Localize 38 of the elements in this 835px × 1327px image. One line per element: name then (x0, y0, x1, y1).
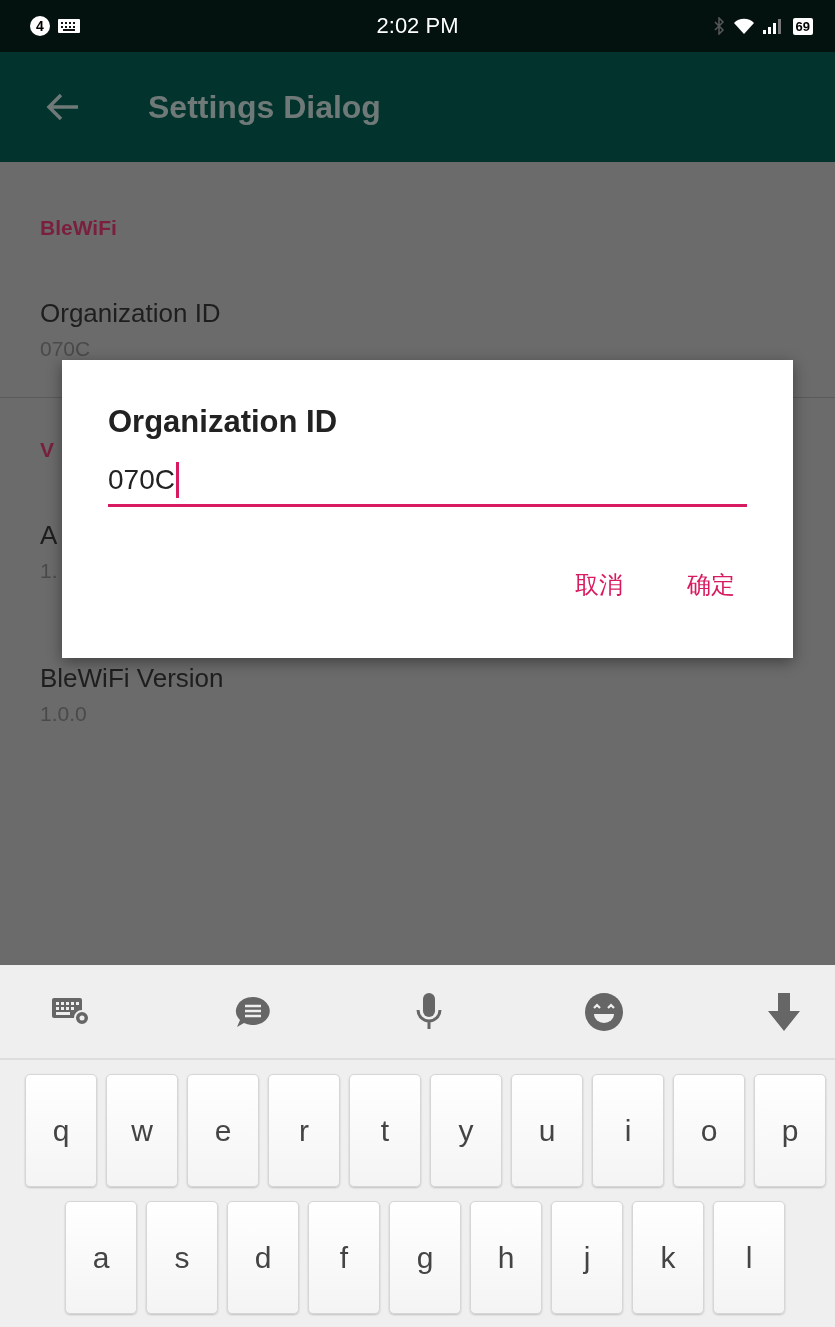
bluetooth-icon (712, 17, 725, 35)
keyboard-key[interactable]: t (349, 1074, 421, 1187)
keyboard-key[interactable]: y (430, 1074, 502, 1187)
keyboard-key[interactable]: w (106, 1074, 178, 1187)
microphone-icon[interactable] (415, 992, 442, 1031)
keyboard-key[interactable]: h (470, 1201, 542, 1314)
battery-level: 69 (792, 17, 813, 35)
keyboard-key[interactable]: p (754, 1074, 826, 1187)
input-field[interactable]: 070C (108, 462, 747, 507)
keyboard-key[interactable]: q (25, 1074, 97, 1187)
wifi-icon (732, 17, 755, 35)
keyboard-key[interactable]: i (592, 1074, 664, 1187)
keyboard-key[interactable]: k (632, 1201, 704, 1314)
back-arrow-icon[interactable] (46, 92, 80, 122)
keyboard-key[interactable]: u (511, 1074, 583, 1187)
status-time: 2:02 PM (376, 13, 459, 39)
section-header: BleWiFi (40, 216, 117, 240)
notification-count: 4 (30, 16, 50, 36)
smiley-icon[interactable] (585, 992, 624, 1031)
keyboard-key[interactable]: d (227, 1201, 299, 1314)
keyboard-key[interactable]: a (65, 1201, 137, 1314)
keyboard-key[interactable]: s (146, 1201, 218, 1314)
app-bar-title: Settings Dialog (148, 88, 381, 126)
keyboard-key[interactable]: e (187, 1074, 259, 1187)
keyboard-settings-icon[interactable] (52, 997, 90, 1026)
chat-bubble-icon[interactable] (233, 994, 272, 1029)
dialog-title: Organization ID (108, 404, 339, 440)
keyboard-key[interactable]: o (673, 1074, 745, 1187)
keyboard-key[interactable]: f (308, 1201, 380, 1314)
dialog-button[interactable]: 取消 (563, 563, 635, 607)
keyboard-icon (58, 19, 80, 33)
section-header: V (40, 438, 54, 462)
keyboard-key[interactable]: l (713, 1201, 785, 1314)
down-arrow-icon[interactable] (767, 992, 801, 1031)
keyboard-key[interactable]: g (389, 1201, 461, 1314)
keyboard-key[interactable]: j (551, 1201, 623, 1314)
keyboard-key[interactable]: r (268, 1074, 340, 1187)
dialog-button[interactable]: 确定 (675, 563, 747, 607)
